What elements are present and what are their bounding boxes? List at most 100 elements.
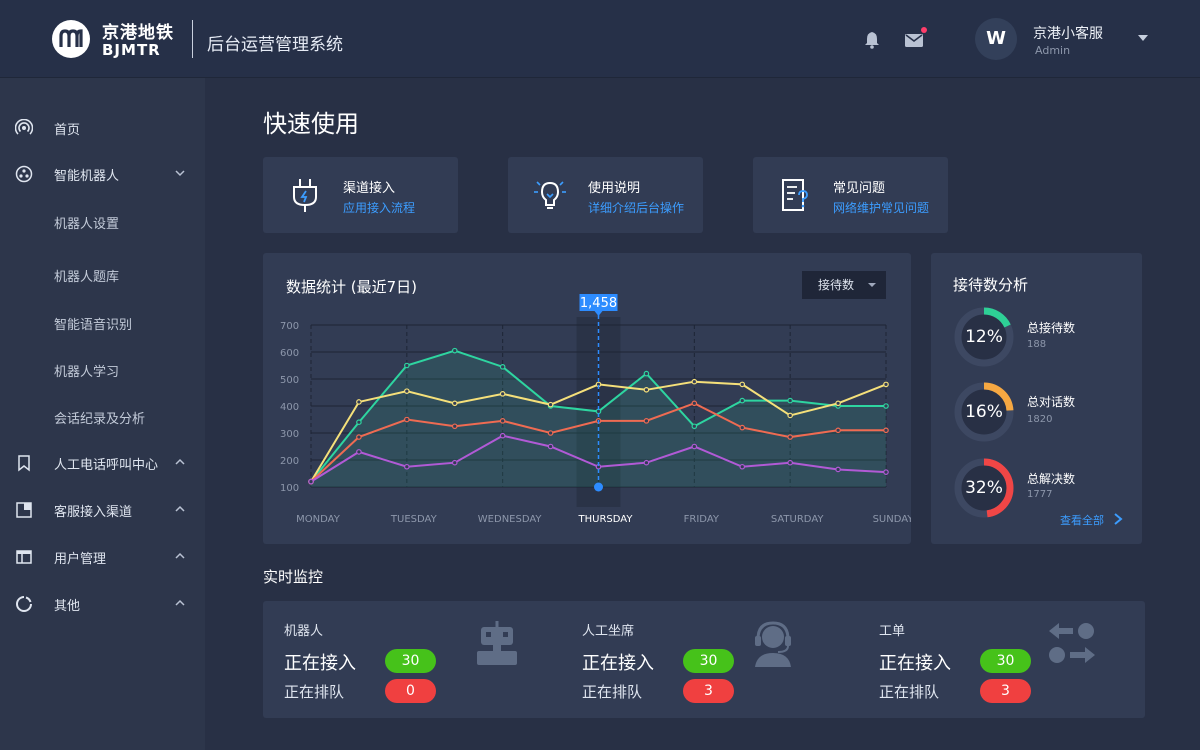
ring-value: 1820 xyxy=(1027,414,1053,425)
quick-card-title: 常见问题 xyxy=(833,181,886,196)
transfer-icon xyxy=(1049,623,1095,663)
bell-icon[interactable] xyxy=(862,30,882,50)
data-point xyxy=(499,432,506,439)
sidebar-item-label: 客服接入渠道 xyxy=(54,505,133,520)
circle-arc-icon xyxy=(16,596,32,612)
robot-icon xyxy=(477,621,517,665)
monitor-queue-label: 正在排队 xyxy=(879,683,940,701)
page-title: 快速使用 xyxy=(263,110,359,138)
data-point xyxy=(883,381,889,388)
ring-gauge-resolved: 32% xyxy=(953,457,1015,519)
unread-dot xyxy=(921,27,927,33)
quick-card-channel[interactable]: 渠道接入 应用接入流程 xyxy=(263,157,458,233)
chevron-right-icon[interactable] xyxy=(1112,512,1124,526)
table-icon xyxy=(16,550,32,564)
sidebar-item-home[interactable]: 首页 xyxy=(0,113,205,143)
monitor-group-name: 人工坐席 xyxy=(582,624,635,639)
data-point xyxy=(787,434,793,440)
monitor-active-label: 正在接入 xyxy=(582,653,654,674)
data-point xyxy=(451,400,458,407)
view-all-link[interactable]: 查看全部 xyxy=(1060,512,1104,528)
x-tick-label: TUESDAY xyxy=(390,514,438,525)
sidebar-subitem-robot-learning[interactable]: 机器人学习 xyxy=(54,361,119,380)
user-menu-caret-icon[interactable] xyxy=(1138,35,1148,41)
monitor-queue-count: 3 xyxy=(980,679,1031,703)
chart-title: 数据统计 (最近7日) xyxy=(286,278,418,296)
data-point xyxy=(691,443,698,450)
data-point xyxy=(547,430,554,436)
data-point xyxy=(691,378,698,385)
data-point xyxy=(451,347,458,354)
quick-card-link[interactable]: 应用接入流程 xyxy=(343,199,415,216)
data-point xyxy=(643,459,650,466)
data-point xyxy=(404,463,410,470)
monitor-active-count: 30 xyxy=(385,649,436,673)
ring-label: 总接待数 xyxy=(1027,321,1076,335)
sidebar-subitem-session-logs[interactable]: 会话纪录及分析 xyxy=(54,408,145,427)
data-point xyxy=(691,423,698,430)
quick-card-link[interactable]: 网络维护常见问题 xyxy=(833,199,929,216)
data-point xyxy=(739,424,746,431)
lightbulb-icon xyxy=(534,181,566,209)
mail-icon[interactable] xyxy=(904,27,927,50)
y-tick-label: 500 xyxy=(280,375,299,386)
sidebar-item-other[interactable]: 其他 xyxy=(0,589,205,619)
chevron-down-icon[interactable] xyxy=(174,167,186,179)
robot-hub-icon xyxy=(15,165,33,183)
x-tick-label: SUNDAY xyxy=(873,514,911,525)
sidebar-item-label: 人工电话呼叫中心 xyxy=(54,458,159,473)
data-point xyxy=(883,469,889,475)
x-tick-label: SATURDAY xyxy=(771,514,825,525)
sidebar-item-user-management[interactable]: 用户管理 xyxy=(0,542,205,572)
y-tick-label: 600 xyxy=(280,348,299,359)
ring-label: 总解决数 xyxy=(1027,472,1076,486)
bjmtr-logo xyxy=(52,20,90,58)
data-point xyxy=(835,466,841,473)
ring-gauge-conversations: 16% xyxy=(953,381,1015,443)
system-title: 后台运营管理系统 xyxy=(207,35,343,55)
y-tick-label: 400 xyxy=(280,402,299,413)
x-tick-label: FRIDAY xyxy=(684,514,720,525)
tooltip-value: 1,458 xyxy=(580,296,617,311)
y-tick-label: 200 xyxy=(280,456,299,467)
plug-icon xyxy=(293,179,317,212)
data-point xyxy=(308,478,314,485)
data-point xyxy=(835,427,841,434)
monitor-active-label: 正在接入 xyxy=(879,653,951,674)
metric-select-value: 接待数 xyxy=(818,278,855,292)
data-point xyxy=(643,370,650,377)
data-point xyxy=(404,416,410,423)
data-point xyxy=(643,418,650,424)
metric-select[interactable]: 接待数 xyxy=(802,271,886,299)
sidebar-item-channels[interactable]: 客服接入渠道 xyxy=(0,495,205,525)
chevron-up-icon[interactable] xyxy=(174,597,186,609)
data-point xyxy=(499,391,506,397)
chevron-up-icon[interactable] xyxy=(174,456,186,468)
data-point xyxy=(547,401,554,408)
user-name[interactable]: 京港小客服 xyxy=(1033,23,1103,43)
quick-card-guide[interactable]: 使用说明 详细介绍后台操作 xyxy=(508,157,703,233)
quick-card-faq[interactable]: 常见问题 网络维护常见问题 xyxy=(753,157,948,233)
chevron-up-icon[interactable] xyxy=(174,503,186,515)
y-tick-label: 100 xyxy=(280,483,299,494)
sidebar-subitem-robot-settings[interactable]: 机器人设置 xyxy=(54,213,119,232)
analysis-title: 接待数分析 xyxy=(953,276,1029,294)
sidebar-item-robot[interactable]: 智能机器人 xyxy=(0,159,205,189)
avatar[interactable]: W xyxy=(975,18,1017,60)
ring-percent: 12% xyxy=(965,327,1003,347)
chevron-up-icon[interactable] xyxy=(174,550,186,562)
sidebar-subitem-voice-recognition[interactable]: 智能语音识别 xyxy=(54,314,132,333)
monitor-active-label: 正在接入 xyxy=(284,653,356,674)
sidebar-item-call-center[interactable]: 人工电话呼叫中心 xyxy=(0,448,205,478)
sidebar-subitem-robot-questions[interactable]: 机器人题库 xyxy=(54,266,119,285)
tooltip-pointer xyxy=(594,311,603,316)
monitor-queue-label: 正在排队 xyxy=(582,683,643,701)
data-point xyxy=(787,397,793,404)
data-point xyxy=(739,397,746,404)
top-bar: 京港地铁 BJMTR 后台运营管理系统 W 京港小客服 Admin xyxy=(0,0,1200,78)
monitor-active-count: 30 xyxy=(683,649,734,673)
data-point xyxy=(787,412,793,419)
quick-card-link[interactable]: 详细介绍后台操作 xyxy=(588,199,684,216)
ring-value: 188 xyxy=(1027,339,1047,350)
data-point xyxy=(787,459,793,466)
